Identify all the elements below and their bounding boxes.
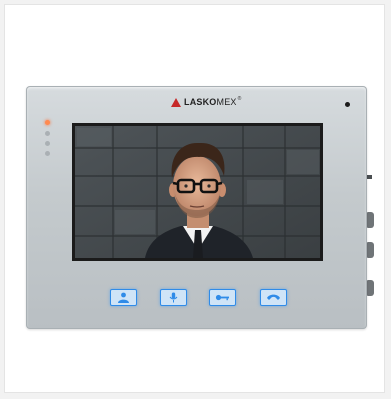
logo-triangle-icon bbox=[171, 97, 181, 107]
status-led-3 bbox=[45, 141, 50, 146]
phone-handset-icon bbox=[267, 294, 280, 300]
display-screen bbox=[72, 123, 323, 261]
status-led-4 bbox=[45, 151, 50, 156]
side-button-3[interactable] bbox=[367, 280, 374, 296]
control-buttons bbox=[110, 289, 287, 307]
camera-lens bbox=[345, 102, 350, 107]
brand-logo: LASKOMEX ® bbox=[171, 96, 241, 108]
key-icon bbox=[215, 294, 229, 301]
microphone-icon bbox=[169, 292, 178, 303]
side-button-2[interactable] bbox=[367, 242, 374, 258]
monitor-button[interactable] bbox=[110, 289, 137, 306]
status-led-power bbox=[45, 120, 50, 125]
status-led-2 bbox=[45, 131, 50, 136]
side-button-1[interactable] bbox=[367, 212, 374, 228]
side-buttons bbox=[367, 176, 375, 306]
brand-name: LASKOMEX bbox=[184, 97, 237, 107]
hangup-button[interactable] bbox=[260, 289, 287, 306]
talk-button[interactable] bbox=[160, 289, 187, 306]
registered-mark: ® bbox=[237, 96, 242, 102]
unlock-button[interactable] bbox=[209, 289, 236, 306]
visitor-video-feed bbox=[75, 126, 320, 258]
user-icon bbox=[118, 292, 129, 303]
video-intercom-monitor: LASKOMEX ® bbox=[26, 86, 367, 329]
